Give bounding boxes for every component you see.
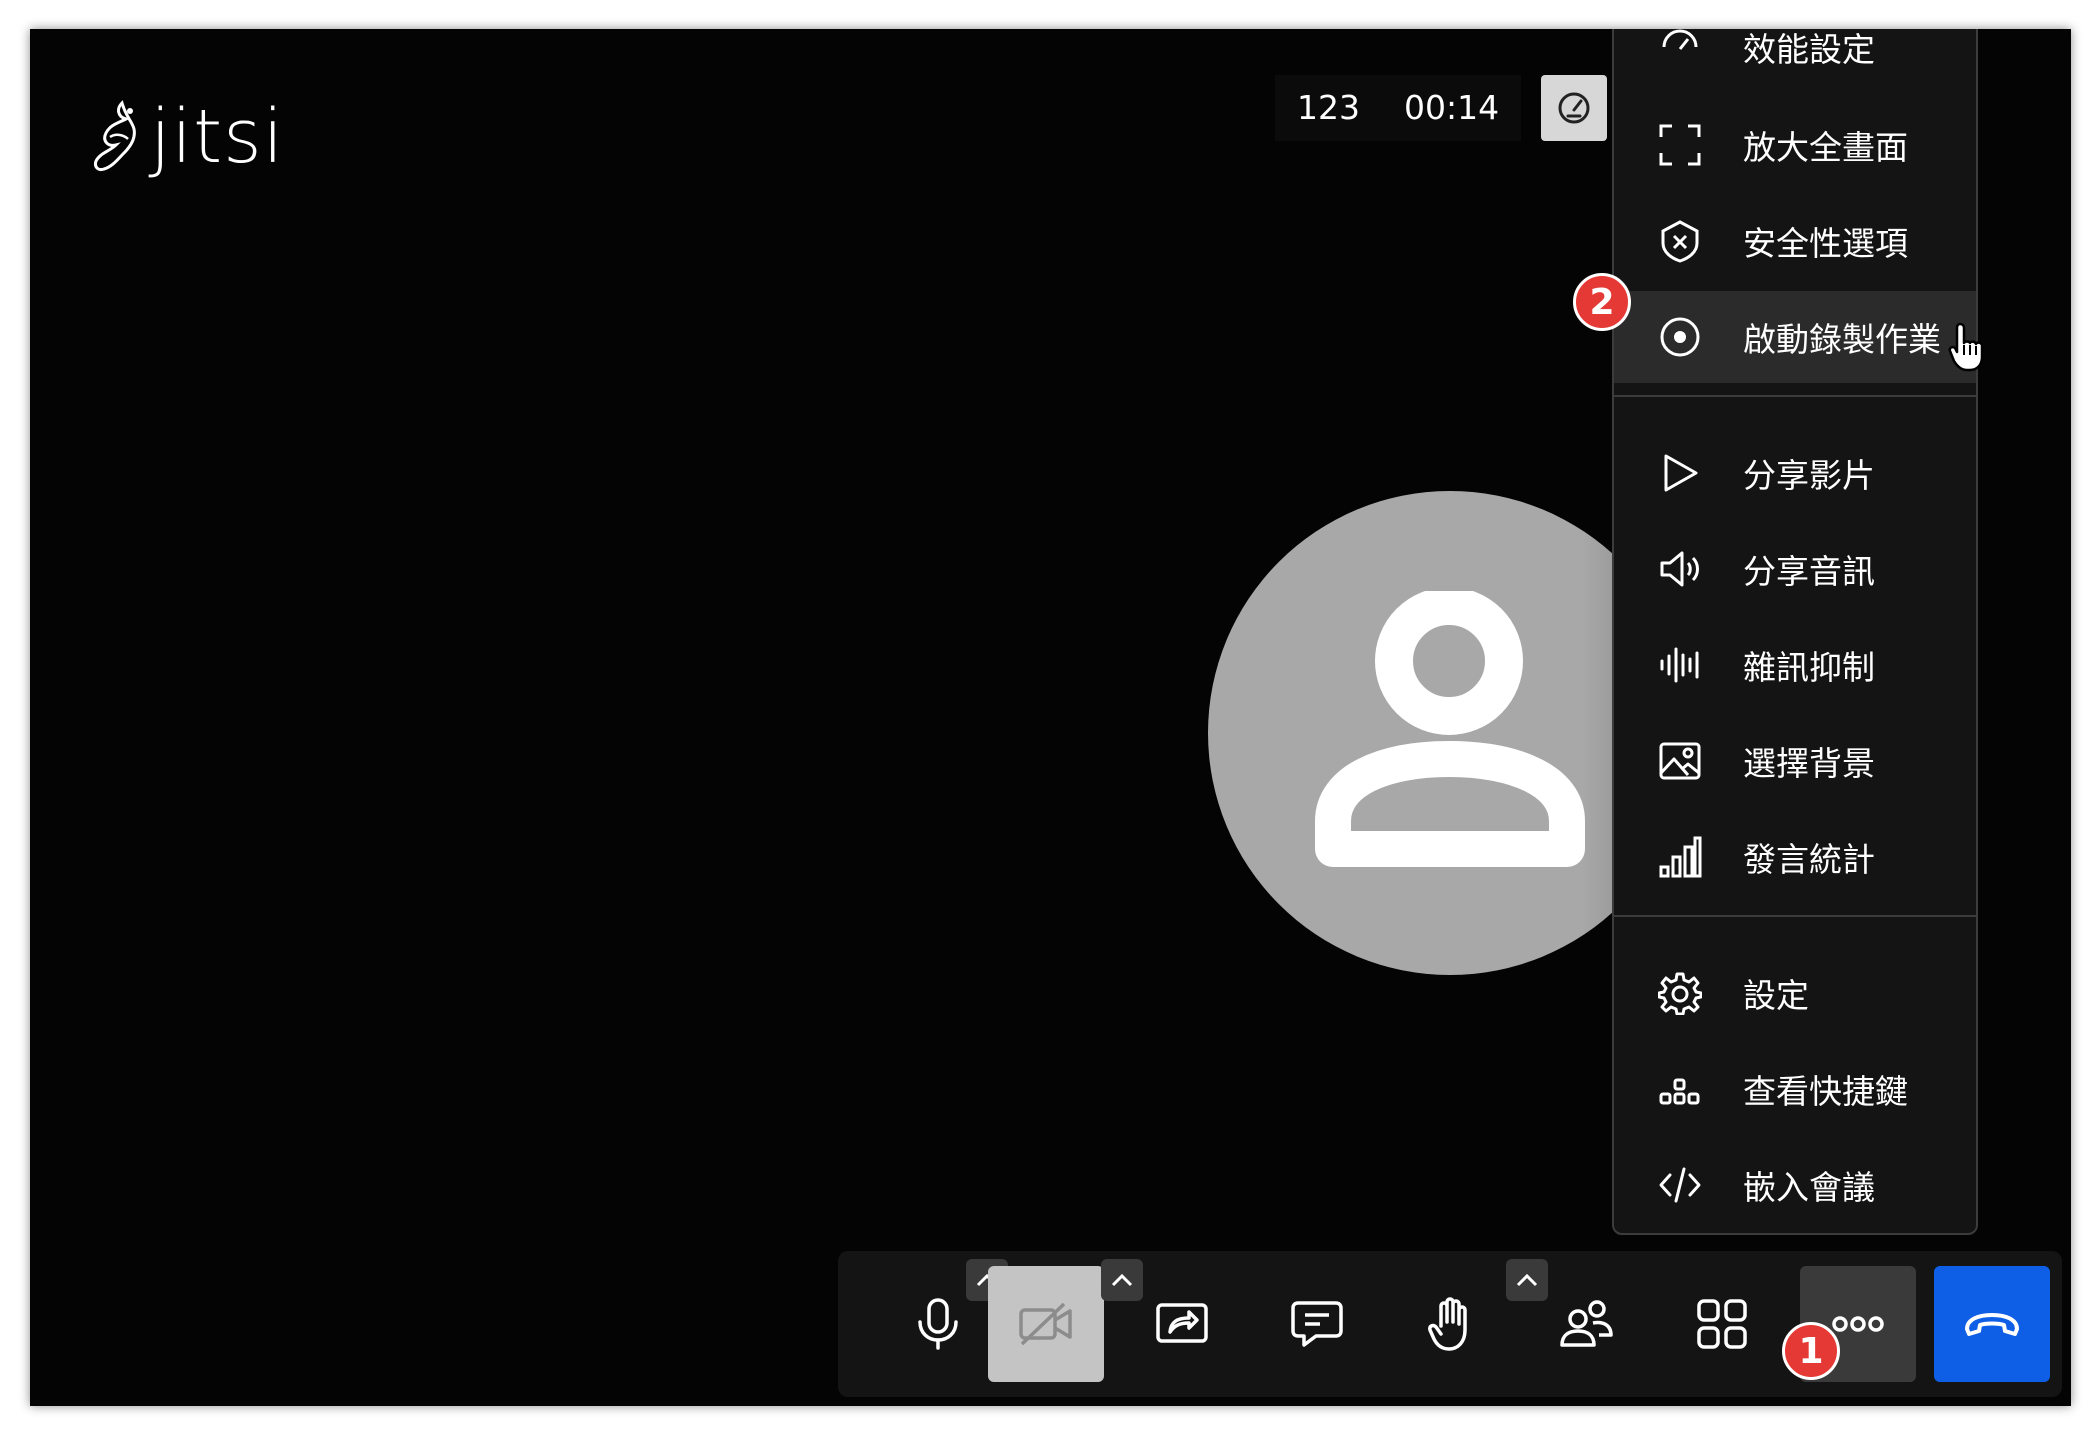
image-icon bbox=[1656, 737, 1704, 785]
raise-hand-icon bbox=[1428, 1297, 1467, 1351]
gear-icon bbox=[1656, 969, 1704, 1017]
conference-stats: 123 00:14 bbox=[1275, 75, 1608, 141]
more-options-icon bbox=[1832, 1316, 1884, 1332]
menu-item-noise-suppression[interactable]: 雜訊抑制 bbox=[1614, 619, 1976, 711]
hand-cursor-icon bbox=[1948, 322, 1984, 372]
screen-share-button[interactable] bbox=[1124, 1266, 1240, 1382]
hang-up-icon bbox=[1965, 1313, 2019, 1336]
participant-count: 123 bbox=[1275, 75, 1382, 141]
hang-up-button[interactable] bbox=[1934, 1266, 2050, 1382]
speaker-icon bbox=[1656, 545, 1704, 593]
raise-hand-button[interactable] bbox=[1394, 1266, 1510, 1382]
step-badge-1: 1 bbox=[1782, 1322, 1840, 1380]
step-badge-2: 2 bbox=[1573, 273, 1631, 331]
camera-button[interactable] bbox=[988, 1266, 1104, 1382]
menu-item-label: 啟動錄製作業 bbox=[1743, 320, 1941, 359]
menu-item-fullscreen[interactable]: 放大全畫面 bbox=[1614, 99, 1976, 191]
chat-icon bbox=[1291, 1301, 1343, 1347]
record-icon bbox=[1656, 313, 1704, 361]
conference-toolbar bbox=[838, 1251, 2062, 1397]
menu-item-label: 選擇背景 bbox=[1743, 744, 1875, 783]
chat-button[interactable] bbox=[1259, 1266, 1375, 1382]
meeting-timer: 00:14 bbox=[1382, 75, 1522, 141]
menu-item-label: 效能設定 bbox=[1743, 30, 1875, 69]
fullscreen-icon bbox=[1656, 121, 1704, 169]
menu-item-label: 安全性選項 bbox=[1743, 224, 1908, 263]
code-icon bbox=[1656, 1161, 1704, 1209]
menu-item-share-audio[interactable]: 分享音訊 bbox=[1614, 523, 1976, 615]
menu-item-label: 查看快捷鍵 bbox=[1743, 1072, 1908, 1111]
shield-icon bbox=[1656, 217, 1704, 265]
menu-item-start-recording[interactable]: 啟動錄製作業 bbox=[1614, 291, 1976, 383]
menu-item-label: 分享影片 bbox=[1743, 456, 1875, 495]
camera-off-icon bbox=[1019, 1302, 1072, 1346]
tile-view-button[interactable] bbox=[1664, 1266, 1780, 1382]
performance-icon bbox=[1656, 29, 1704, 71]
play-icon bbox=[1656, 449, 1704, 497]
tile-view-icon bbox=[1697, 1299, 1747, 1349]
speedometer-icon bbox=[1558, 92, 1590, 124]
menu-item-security-options[interactable]: 安全性選項 bbox=[1614, 195, 1976, 287]
menu-item-keyboard-shortcuts[interactable]: 查看快捷鍵 bbox=[1614, 1043, 1976, 1135]
menu-item-label: 設定 bbox=[1743, 976, 1809, 1015]
shortcuts-icon bbox=[1656, 1065, 1704, 1113]
menu-item-speaker-stats[interactable]: 發言統計 bbox=[1614, 811, 1976, 903]
menu-divider bbox=[1614, 395, 1976, 397]
menu-item-label: 嵌入會議 bbox=[1743, 1168, 1875, 1207]
user-icon bbox=[1315, 591, 1585, 867]
menu-item-share-video[interactable]: 分享影片 bbox=[1614, 427, 1976, 519]
menu-item-label: 雜訊抑制 bbox=[1743, 648, 1875, 687]
menu-item-label: 發言統計 bbox=[1743, 840, 1875, 879]
participants-icon bbox=[1560, 1300, 1613, 1347]
menu-divider bbox=[1614, 915, 1976, 917]
bar-chart-icon bbox=[1656, 833, 1704, 881]
menu-item-label: 分享音訊 bbox=[1743, 552, 1875, 591]
menu-item-performance-settings[interactable]: 效能設定 bbox=[1614, 29, 1976, 93]
connection-quality-button[interactable] bbox=[1541, 75, 1608, 141]
menu-item-select-background[interactable]: 選擇背景 bbox=[1614, 715, 1976, 807]
more-options-menu: 效能設定 放大全畫面 安全性選項 啟動錄製作業 分享影片 分享音訊 雜訊抑制 選… bbox=[1612, 29, 1978, 1235]
screen-share-icon bbox=[1156, 1303, 1208, 1343]
menu-item-label: 放大全畫面 bbox=[1743, 128, 1908, 167]
meeting-stage: jitsi 123 00:14 效能設定 放大全畫面 安全性選項 啟動錄製作業 … bbox=[30, 29, 2071, 1406]
noise-suppression-icon bbox=[1656, 641, 1704, 689]
jitsi-mark-icon bbox=[94, 100, 136, 171]
menu-item-settings[interactable]: 設定 bbox=[1614, 947, 1976, 1039]
microphone-icon bbox=[918, 1298, 958, 1350]
menu-item-embed-meeting[interactable]: 嵌入會議 bbox=[1614, 1139, 1976, 1231]
logo-text: jitsi bbox=[150, 94, 285, 180]
jitsi-logo: jitsi bbox=[88, 99, 284, 175]
participants-button[interactable] bbox=[1529, 1266, 1645, 1382]
